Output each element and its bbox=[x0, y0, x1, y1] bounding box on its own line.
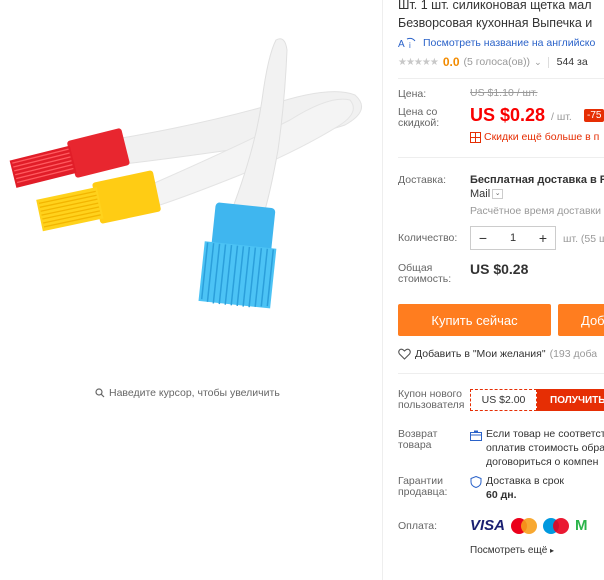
returns-line: оплатив стоимость обра bbox=[486, 442, 604, 454]
orders-count: 544 за bbox=[556, 56, 588, 68]
discount-badge: -75 bbox=[584, 109, 604, 122]
total-label-line: стоимость: bbox=[398, 273, 452, 285]
total-price: US $0.28 bbox=[470, 261, 529, 277]
returns-line: Если товар не соответст bbox=[486, 428, 604, 440]
product-details: Шт. 1 шт. силиконовая щетка мал Безворсо… bbox=[398, 0, 604, 580]
new-user-coupon-label: Купон нового пользователя bbox=[398, 389, 465, 411]
svg-text:i: i bbox=[409, 41, 411, 49]
original-price: US $1.10 / шт. bbox=[470, 87, 538, 99]
shipping-method: Mail bbox=[470, 188, 491, 200]
guarantee-label-line: продавца: bbox=[398, 486, 448, 498]
divider bbox=[398, 373, 604, 374]
translate-title-link[interactable]: A i Посмотреть название на английско bbox=[398, 37, 595, 49]
divider bbox=[398, 78, 604, 79]
delivery-guarantee-icon bbox=[470, 476, 482, 488]
seller-guarantee-label: Гарантии продавца: bbox=[398, 476, 447, 498]
rating-stars-icon: ★★★★★ bbox=[398, 56, 439, 68]
promo-link[interactable]: Скидки ещё больше в п bbox=[470, 131, 599, 143]
returns-policy-text: Если товар не соответст оплатив стоимост… bbox=[486, 427, 604, 469]
return-box-icon bbox=[470, 430, 482, 441]
guarantee-line: Доставка в срок bbox=[486, 475, 565, 487]
translate-icon: A i bbox=[398, 37, 416, 49]
separator bbox=[547, 56, 549, 68]
guarantee-text: Доставка в срок 60 дн. bbox=[486, 474, 564, 502]
buy-now-button[interactable]: Купить сейчас bbox=[398, 304, 551, 336]
visa-icon: VISA bbox=[470, 517, 506, 534]
add-to-cart-button[interactable]: Доб bbox=[558, 304, 604, 336]
product-gallery: Наведите курсор, чтобы увеличить bbox=[0, 0, 382, 580]
rating-row: ★★★★★ 0.0 (5 голоса(ов)) ⌄ 544 за bbox=[398, 55, 588, 69]
payment-methods: VISA M bbox=[470, 517, 588, 534]
returns-label: Возврат товара bbox=[398, 429, 437, 451]
discount-price-label: Цена со скидкой: bbox=[398, 107, 439, 129]
coupon-amount: US $2.00 bbox=[470, 389, 537, 411]
translate-link-text[interactable]: Посмотреть название на английско bbox=[423, 37, 595, 49]
discount-price-label-line: скидкой: bbox=[398, 117, 440, 129]
heart-icon bbox=[398, 348, 411, 360]
returns-line: договориться о компен bbox=[486, 456, 599, 468]
mastercard-icon bbox=[511, 517, 538, 534]
promo-text[interactable]: Скидки ещё больше в п bbox=[484, 131, 599, 143]
chevron-right-icon: ▸ bbox=[550, 546, 555, 555]
price-unit: / шт. bbox=[551, 111, 572, 123]
magnifier-icon bbox=[95, 388, 105, 398]
quantity-increase-button[interactable]: + bbox=[531, 230, 555, 246]
rating-value: 0.0 bbox=[442, 55, 460, 69]
wishlist-count: (193 доба bbox=[549, 348, 598, 360]
product-image[interactable] bbox=[0, 0, 382, 380]
quantity-available: шт. (55 ш bbox=[563, 233, 604, 245]
price-label: Цена: bbox=[398, 88, 427, 100]
shipping-dropdown-icon[interactable]: ⌄ bbox=[492, 189, 504, 200]
coupon-label-line: пользователя bbox=[398, 399, 465, 411]
guarantee-days: 60 дн. bbox=[486, 489, 517, 501]
shipping-estimate: Расчётное время доставки bbox=[470, 205, 602, 217]
payment-label: Оплата: bbox=[398, 520, 438, 532]
see-more-payments-link[interactable]: Посмотреть ещё ▸ bbox=[470, 545, 554, 556]
maestro-icon bbox=[543, 517, 570, 534]
see-more-text[interactable]: Посмотреть ещё bbox=[470, 545, 547, 556]
chevron-down-icon[interactable]: ⌄ bbox=[534, 57, 542, 68]
wishlist-label[interactable]: Добавить в "Мои желания" bbox=[415, 348, 546, 360]
quantity-input[interactable]: 1 bbox=[510, 232, 516, 244]
zoom-hint: Наведите курсор, чтобы увеличить bbox=[95, 387, 280, 399]
returns-label-line: товара bbox=[398, 439, 432, 451]
rating-votes[interactable]: (5 голоса(ов)) bbox=[464, 56, 531, 68]
sale-price: US $0.28 bbox=[470, 105, 546, 125]
product-title-line: Шт. 1 шт. силиконовая щетка мал bbox=[398, 0, 592, 12]
product-title-line: Безворсовая кухонная Выпечка и bbox=[398, 16, 593, 30]
coupon-grid-icon bbox=[470, 131, 481, 143]
svg-text:A: A bbox=[398, 39, 405, 49]
add-to-wishlist-link[interactable]: Добавить в "Мои желания" (193 доба bbox=[398, 348, 597, 360]
column-divider bbox=[382, 0, 383, 580]
quantity-decrease-button[interactable]: − bbox=[471, 230, 495, 246]
get-coupon-button[interactable]: ПОЛУЧИТЬ bbox=[537, 389, 604, 411]
quantity-label: Количество: bbox=[398, 232, 458, 244]
total-label: Общая стоимость: bbox=[398, 263, 451, 285]
shipping-free-text: Бесплатная доставка в Ru bbox=[470, 174, 604, 186]
quantity-stepper: − 1 + bbox=[470, 226, 556, 250]
mobile-payment-icon: M bbox=[575, 517, 588, 534]
zoom-hint-text: Наведите курсор, чтобы увеличить bbox=[109, 387, 280, 399]
divider bbox=[398, 157, 604, 158]
shipping-info: Бесплатная доставка в Ru Mail ⌄ bbox=[470, 173, 604, 201]
product-title: Шт. 1 шт. силиконовая щетка мал Безворсо… bbox=[398, 0, 592, 32]
shipping-label: Доставка: bbox=[398, 174, 447, 186]
